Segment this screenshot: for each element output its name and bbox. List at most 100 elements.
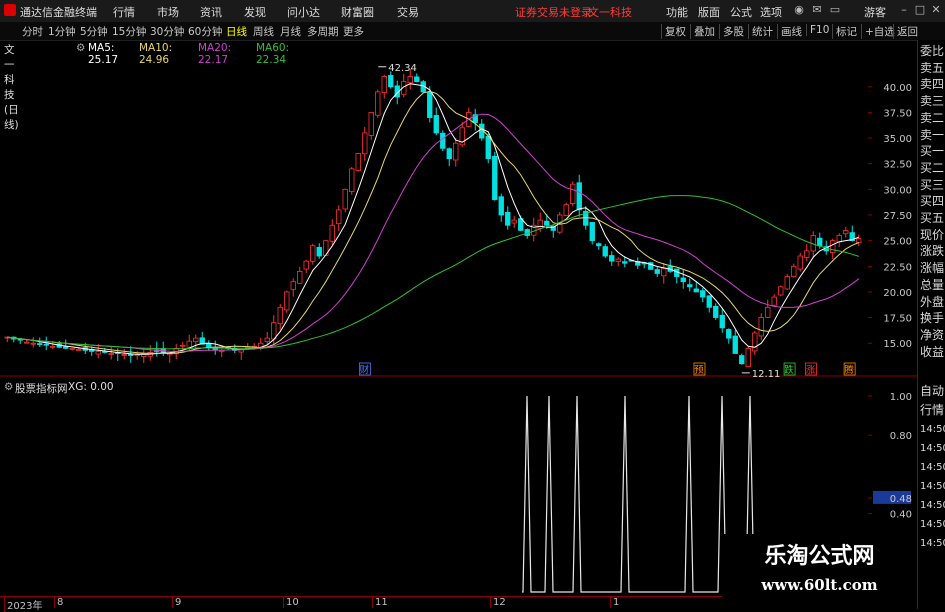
price-axis-label: 22.50 <box>883 262 912 273</box>
quote-field-label: 卖一 <box>920 127 945 142</box>
f10-button[interactable]: F10 <box>806 24 829 36</box>
candle <box>791 265 797 277</box>
menu-item-market[interactable]: 市场 <box>157 4 179 20</box>
menu-item-quotes[interactable]: 行情 <box>113 4 135 20</box>
period-weekly[interactable]: 周线 <box>253 24 274 39</box>
candle <box>511 219 517 224</box>
close-icon[interactable]: ✕ <box>929 3 943 17</box>
quote-field-label: 收益 <box>920 344 945 359</box>
ind-axis-label: 0.48 <box>890 494 912 505</box>
user-icon[interactable]: ◉ <box>792 3 806 17</box>
watermark: 乐淘公式网 www.60lt.com <box>722 534 917 604</box>
time-axis-label: 10 <box>283 597 299 608</box>
menu-item-discover[interactable]: 发现 <box>244 4 266 20</box>
menu-item-layout[interactable]: 版面 <box>698 4 720 20</box>
title-bar: 通达信金融终端 行情 市场 资讯 发现 问小达 财富圈 交易 证券交易未登录 文… <box>0 0 945 23</box>
candle <box>24 341 30 344</box>
menu-item-trade[interactable]: 交易 <box>397 4 419 20</box>
candle <box>440 132 446 149</box>
period-60min[interactable]: 60分钟 <box>188 24 222 39</box>
indicator-settings-icon[interactable]: ⚙ <box>4 381 13 393</box>
indicator-side-label[interactable]: 行情 <box>920 403 945 418</box>
period-15min[interactable]: 15分钟 <box>112 24 146 39</box>
quote-field-label: 总量 <box>920 277 945 292</box>
menu-item-options[interactable]: 选项 <box>760 4 782 20</box>
candle <box>745 347 751 367</box>
add-watchlist-button[interactable]: +自选 <box>861 24 895 39</box>
stats-button[interactable]: 统计 <box>748 24 773 39</box>
mail-icon[interactable]: ✉ <box>810 3 824 17</box>
candle <box>50 345 56 348</box>
candle <box>349 168 355 192</box>
indicator-side-label: 14:50 <box>920 519 945 530</box>
candle <box>492 155 498 201</box>
candle <box>180 344 186 347</box>
candle <box>186 340 192 348</box>
adjust-button[interactable]: 复权 <box>661 24 686 39</box>
indicator-side-label[interactable]: 自动 <box>920 384 945 399</box>
settings-icon[interactable]: ⚙ <box>76 42 85 54</box>
period-daily[interactable]: 日线 <box>226 24 247 39</box>
kline-chart[interactable]: 40.00 37.50 35.00 32.50 30.00 27.50 25.00 22.50… <box>0 56 917 596</box>
candle <box>830 240 836 253</box>
app-logo-icon <box>4 4 16 16</box>
time-axis-label: 1 <box>610 597 619 608</box>
candle <box>193 337 199 343</box>
indicator-side-label: 14:50 <box>920 538 945 549</box>
candle <box>453 142 459 161</box>
candle <box>329 224 335 242</box>
quote-field-label: 委比 <box>920 44 945 58</box>
period-monthly[interactable]: 月线 <box>280 24 301 39</box>
period-multi[interactable]: 多周期 <box>307 24 339 39</box>
candle <box>700 290 706 298</box>
app-name: 通达信金融终端 <box>20 6 97 19</box>
menu-item-wealth[interactable]: 财富圈 <box>341 4 374 20</box>
quote-field-label: 外盘 <box>920 294 945 309</box>
mark-button[interactable]: 标记 <box>832 24 857 39</box>
candle <box>414 76 420 83</box>
candle <box>856 238 862 244</box>
candle <box>271 322 277 340</box>
candle <box>362 132 368 155</box>
menu-item-function[interactable]: 功能 <box>666 4 688 20</box>
period-more[interactable]: 更多 <box>343 24 364 39</box>
maximize-icon[interactable]: □ <box>913 3 927 17</box>
candle <box>407 76 413 84</box>
event-tag: 腾 <box>844 364 854 376</box>
candle <box>433 115 439 134</box>
menu-item-news[interactable]: 资讯 <box>200 4 222 20</box>
period-1min[interactable]: 1分钟 <box>48 24 76 39</box>
ma10-line <box>7 90 859 355</box>
overlay-button[interactable]: 叠加 <box>690 24 715 39</box>
price-axis-label: 15.00 <box>883 339 912 350</box>
back-button[interactable]: 返回 <box>893 24 918 39</box>
price-axis-label: 25.00 <box>883 237 912 248</box>
multi-stock-button[interactable]: 多股 <box>719 24 744 39</box>
candle <box>804 250 810 258</box>
candle <box>485 136 491 159</box>
guest-label[interactable]: 游客 <box>864 4 886 20</box>
minimize-icon[interactable]: – <box>897 3 911 17</box>
time-axis-label: 8 <box>54 597 63 608</box>
candle <box>95 351 101 355</box>
low-label: 12.11 <box>752 369 781 380</box>
draw-button[interactable]: 画线 <box>777 24 802 39</box>
candle <box>609 255 615 262</box>
menu-item-assistant[interactable]: 问小达 <box>287 4 320 20</box>
period-tick[interactable]: 分时 <box>22 24 43 39</box>
period-30min[interactable]: 30分钟 <box>150 24 184 39</box>
login-notice[interactable]: 证券交易未登录 <box>515 4 592 20</box>
right-quote-panel: 委比 卖五 卖四 卖三 卖二 卖一 买一 买二 买三 买四 买五 现价 涨跌 涨幅 总量 外盘 换手 净资 收益 自动… <box>917 40 945 609</box>
price-axis-label: 40.00 <box>883 83 912 94</box>
menu-item-formula[interactable]: 公式 <box>730 4 752 20</box>
candle <box>778 286 784 296</box>
period-5min[interactable]: 5分钟 <box>80 24 108 39</box>
candle <box>388 75 394 88</box>
candle <box>69 347 75 350</box>
candle <box>843 229 849 235</box>
ind-axis-label: 0.80 <box>890 431 912 442</box>
event-tag: 跌 <box>784 364 794 376</box>
window-icon[interactable]: ▭ <box>828 3 842 17</box>
time-axis-label: 9 <box>172 597 181 608</box>
candle <box>596 243 602 247</box>
